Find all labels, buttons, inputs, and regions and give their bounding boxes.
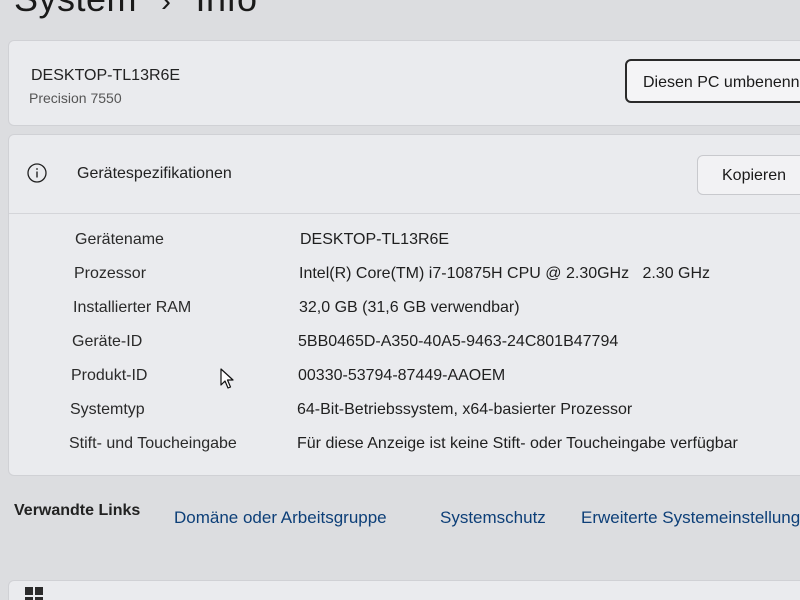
spec-label: Produkt-ID: [71, 367, 148, 384]
page-title: Info: [196, 0, 258, 19]
breadcrumb: System › Info: [14, 0, 258, 20]
spec-row-device-id: Geräte-ID 5BB0465D-A350-40A5-9463-24C801…: [9, 333, 800, 363]
spec-row-device-name: Gerätename DESKTOP-TL13R6E: [9, 231, 800, 261]
info-icon: [27, 163, 47, 183]
spec-label: Systemtyp: [70, 401, 145, 418]
spec-row-pen-touch: Stift- und Toucheingabe Für diese Anzeig…: [9, 435, 800, 465]
breadcrumb-parent[interactable]: System: [14, 0, 137, 19]
spec-label: Stift- und Toucheingabe: [69, 435, 237, 452]
spec-value: 32,0 GB (31,6 GB verwendbar): [299, 299, 520, 316]
device-specifications-title: Gerätespezifikationen: [77, 165, 232, 182]
spec-value: 00330-53794-87449-AAOEM: [298, 367, 506, 384]
spec-label: Gerätename: [75, 231, 164, 248]
spec-row-product-id: Produkt-ID 00330-53794-87449-AAOEM: [9, 367, 800, 397]
spec-label: Installierter RAM: [73, 299, 192, 316]
system-protection-link[interactable]: Systemschutz: [440, 508, 546, 528]
spec-row-installed-ram: Installierter RAM 32,0 GB (31,6 GB verwe…: [9, 299, 800, 329]
spec-row-processor: Prozessor Intel(R) Core(TM) i7-10875H CP…: [9, 265, 800, 295]
breadcrumb-separator: ›: [161, 0, 172, 18]
spec-label: Prozessor: [74, 265, 147, 282]
related-links-title: Verwandte Links: [14, 502, 141, 519]
related-links: Verwandte Links Domäne oder Arbeitsgrupp…: [0, 488, 800, 548]
device-name: DESKTOP-TL13R6E: [31, 67, 181, 84]
advanced-system-settings-link[interactable]: Erweiterte Systemeinstellungen: [581, 508, 800, 528]
spec-value: Für diese Anzeige ist keine Stift- oder …: [297, 435, 738, 452]
device-model: Precision 7550: [29, 90, 122, 106]
copy-button[interactable]: Kopieren: [697, 155, 800, 195]
device-specifications-card: Gerätespezifikationen Kopieren Gerätenam…: [8, 134, 800, 476]
spec-value: 5BB0465D-A350-40A5-9463-24C801B47794: [298, 333, 619, 350]
mouse-pointer-icon: [220, 368, 234, 389]
windows-logo-icon: [25, 587, 43, 600]
domain-workgroup-link[interactable]: Domäne oder Arbeitsgruppe: [174, 508, 387, 528]
device-card: DESKTOP-TL13R6E Precision 7550 Diesen PC…: [8, 40, 800, 126]
spec-label: Geräte-ID: [72, 333, 143, 350]
spec-value: DESKTOP-TL13R6E: [300, 231, 450, 248]
rename-pc-button[interactable]: Diesen PC umbenennen: [625, 59, 800, 103]
spec-value: Intel(R) Core(TM) i7-10875H CPU @ 2.30GH…: [299, 265, 711, 282]
device-specifications-header[interactable]: Gerätespezifikationen Kopieren: [9, 135, 800, 214]
windows-specifications-card[interactable]: [8, 580, 800, 600]
spec-row-system-type: Systemtyp 64-Bit-Betriebssystem, x64-bas…: [9, 401, 800, 431]
spec-value: 64-Bit-Betriebssystem, x64-basierter Pro…: [297, 401, 633, 418]
